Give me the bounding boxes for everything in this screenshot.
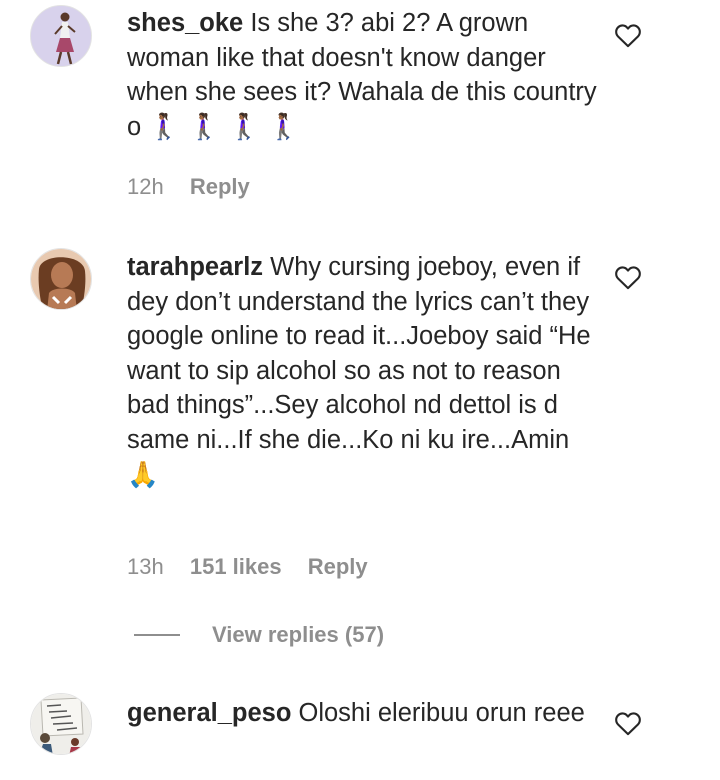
comment-body: Oloshi eleribuu orun reee — [298, 699, 585, 727]
comment-username[interactable]: general_peso — [127, 699, 291, 727]
avatar-image — [31, 694, 91, 754]
heart-outline-icon[interactable] — [614, 710, 642, 736]
avatar[interactable] — [30, 693, 92, 755]
comment-text: general_peso Oloshi eleribuu orun reee — [127, 696, 597, 731]
comment-item: general_peso Oloshi eleribuu orun reee — [0, 0, 720, 780]
